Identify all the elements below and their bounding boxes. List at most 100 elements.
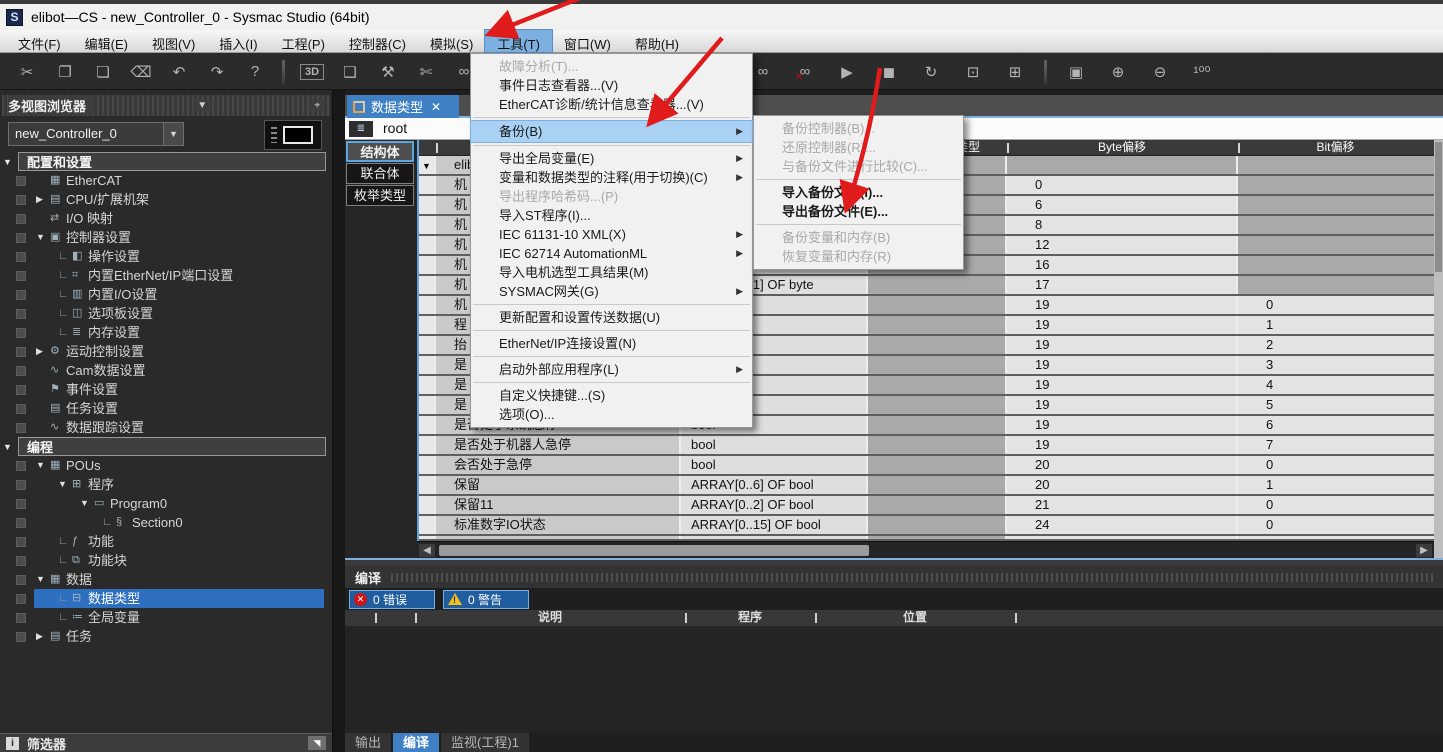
bit-offset-cell[interactable]: 4 xyxy=(1238,376,1434,394)
member-name-cell[interactable]: 保留 xyxy=(436,476,681,494)
expand-icon[interactable]: ▼ xyxy=(58,475,67,494)
menubar-item-8[interactable]: 工具(T) xyxy=(485,30,552,52)
offset-type-cell[interactable] xyxy=(868,496,1007,514)
tools-menu-item-12[interactable]: SYSMAC网关(G)▶ xyxy=(471,282,752,301)
undo-icon[interactable]: ↶ xyxy=(167,63,191,81)
tools-menu-item-16[interactable]: 自定义快捷键...(S) xyxy=(471,386,752,405)
menubar-item-7[interactable]: 模拟(S) xyxy=(418,30,485,52)
zoom-100-icon[interactable]: ¹⁰⁰ xyxy=(1190,63,1214,81)
menubar-item-4[interactable]: 插入(I) xyxy=(207,30,269,52)
tree-item-数据-22[interactable]: ▼▦数据 xyxy=(0,570,330,589)
tree-item-配置和设置-0[interactable]: ▼配置和设置 xyxy=(18,152,326,171)
tree-item-操作设置-5[interactable]: ∟◧操作设置 xyxy=(0,247,330,266)
window-layout-icon[interactable]: ❑ xyxy=(338,63,362,81)
expand-icon[interactable]: ▼ xyxy=(36,228,45,247)
tab-close-icon[interactable]: ✕ xyxy=(431,100,441,114)
bit-offset-cell[interactable]: 1 xyxy=(1238,476,1434,494)
menubar-item-6[interactable]: 控制器(C) xyxy=(337,30,418,52)
bit-offset-cell[interactable]: 0 xyxy=(1238,516,1434,534)
offset-type-cell[interactable] xyxy=(868,436,1007,454)
tree-item-全局变量-24[interactable]: ∟≔全局变量 xyxy=(0,608,330,627)
member-name-cell[interactable]: 是否处于机器人急停 xyxy=(436,436,681,454)
watch-glasses-icon[interactable]: ∞ xyxy=(751,63,775,80)
filter-bar[interactable]: i 筛选器 ◥ xyxy=(0,733,332,752)
bit-offset-cell[interactable]: 5 xyxy=(1238,396,1434,414)
byte-offset-cell[interactable]: 21 xyxy=(1007,496,1238,514)
chevron-down-icon[interactable]: ▼ xyxy=(163,123,183,145)
vscrollbar-thumb[interactable] xyxy=(1435,142,1442,272)
bottom-tab-2[interactable]: 编译 xyxy=(393,733,439,752)
byte-offset-cell[interactable]: 19 xyxy=(1007,296,1238,314)
byte-offset-cell[interactable]: 20 xyxy=(1007,476,1238,494)
byte-offset-cell[interactable]: 19 xyxy=(1007,436,1238,454)
help-icon[interactable]: ? xyxy=(243,63,267,80)
tree-item-数据类型-23[interactable]: ∟⊟数据类型 xyxy=(0,589,330,608)
copy-icon[interactable]: ❐ xyxy=(53,63,77,81)
backup-submenu-item-5[interactable]: 导出备份文件(E)... xyxy=(754,202,963,221)
delete-icon[interactable]: ⌫ xyxy=(129,63,153,81)
byte-offset-cell[interactable]: 19 xyxy=(1007,376,1238,394)
menubar-item-1[interactable]: 文件(F) xyxy=(6,30,73,52)
byte-offset-cell[interactable]: 0 xyxy=(1007,176,1238,194)
offset-type-cell[interactable] xyxy=(868,476,1007,494)
tab-data-types[interactable]: 数据类型 ✕ xyxy=(347,95,459,118)
cut-icon[interactable]: ✂ xyxy=(15,63,39,81)
member-type-cell[interactable]: bool xyxy=(681,436,868,454)
table-row[interactable]: 保留ARRAY[0..6] OF bool201 xyxy=(419,476,1434,496)
member-type-cell[interactable]: ARRAY[0..2] OF bool xyxy=(681,496,868,514)
tree-item-Cam数据设置-11[interactable]: ∿Cam数据设置 xyxy=(0,361,330,380)
tools-menu-item-13[interactable]: 更新配置和设置传送数据(U) xyxy=(471,308,752,327)
byte-offset-cell[interactable]: 16 xyxy=(1007,256,1238,274)
paste-icon[interactable]: ❏ xyxy=(91,63,115,81)
bit-offset-cell[interactable]: 7 xyxy=(1238,436,1434,454)
byte-offset-cell[interactable]: 19 xyxy=(1007,416,1238,434)
vertical-scrollbar[interactable] xyxy=(1434,140,1443,558)
expand-icon[interactable]: ▼ xyxy=(36,570,45,589)
tools-menu-item-4[interactable]: 备份(B)▶ xyxy=(471,121,752,142)
tree-item-Program0-18[interactable]: ▼▭Program0 xyxy=(0,494,330,513)
warnings-badge[interactable]: ! 0 警告 xyxy=(443,590,529,609)
tree-item-事件设置-12[interactable]: ⚑事件设置 xyxy=(0,380,330,399)
menubar-item-3[interactable]: 视图(V) xyxy=(140,30,207,52)
byte-offset-cell[interactable]: 17 xyxy=(1007,276,1238,294)
scroll-left-icon[interactable]: ◀ xyxy=(419,544,435,557)
monitor-online-icon[interactable]: ⊡ xyxy=(961,63,985,81)
tree-item-功能块-21[interactable]: ∟⧉功能块 xyxy=(0,551,330,570)
menubar-item-5[interactable]: 工程(P) xyxy=(270,30,337,52)
bit-offset-cell[interactable] xyxy=(1238,216,1434,234)
offset-type-cell[interactable] xyxy=(868,276,1007,294)
tree-item-任务-25[interactable]: ▶▤任务 xyxy=(0,627,330,646)
bit-offset-cell[interactable]: 2 xyxy=(1238,336,1434,354)
byte-offset-cell[interactable]: 8 xyxy=(1007,216,1238,234)
expand-icon[interactable]: ▶ xyxy=(36,627,43,646)
table-row[interactable]: 保留11ARRAY[0..2] OF bool210 xyxy=(419,496,1434,516)
tree-item-内存设置-9[interactable]: ∟≣内存设置 xyxy=(0,323,330,342)
table-row[interactable]: 会否处于急停bool200 xyxy=(419,456,1434,476)
errors-badge[interactable]: ✕ 0 错误 xyxy=(349,590,435,609)
byte-offset-cell[interactable]: 20 xyxy=(1007,456,1238,474)
3d-view-icon[interactable]: 3D xyxy=(300,64,324,80)
table-row[interactable]: 标准数字IO状态ARRAY[0..15] OF bool240 xyxy=(419,516,1434,536)
tree-item-EtherCAT-1[interactable]: ▦EtherCAT xyxy=(0,171,330,190)
tools-menu-item-10[interactable]: IEC 62714 AutomationML▶ xyxy=(471,244,752,263)
byte-offset-cell[interactable]: 19 xyxy=(1007,316,1238,334)
bit-offset-cell[interactable]: 0 xyxy=(1238,456,1434,474)
offset-type-cell[interactable] xyxy=(868,396,1007,414)
category-tab-2[interactable]: 联合体 xyxy=(346,163,414,184)
offset-type-cell[interactable] xyxy=(868,516,1007,534)
backup-submenu-item-4[interactable]: 导入备份文件(I)... xyxy=(754,183,963,202)
byte-offset-cell[interactable]: 19 xyxy=(1007,336,1238,354)
bottom-tab-3[interactable]: 监视(工程)1 xyxy=(441,733,529,752)
offset-type-cell[interactable] xyxy=(868,336,1007,354)
tree-item-程序-17[interactable]: ▼⊞程序 xyxy=(0,475,330,494)
filter-pin-icon[interactable]: ◥ xyxy=(308,736,326,750)
tools-menu-item-9[interactable]: IEC 61131-10 XML(X)▶ xyxy=(471,225,752,244)
pin-icon[interactable]: ⌖ xyxy=(310,100,324,111)
tools-menu-item-6[interactable]: 变量和数据类型的注释(用于切换)(C)▶ xyxy=(471,168,752,187)
menubar-item-2[interactable]: 编辑(E) xyxy=(73,30,140,52)
bit-offset-cell[interactable] xyxy=(1238,156,1434,174)
zoom-out-icon[interactable]: ⊖ xyxy=(1148,63,1172,81)
menubar-item-9[interactable]: 窗口(W) xyxy=(552,30,623,52)
horizontal-scrollbar[interactable]: ◀ ▶ xyxy=(417,541,1434,558)
member-name-cell[interactable]: 会否处于急停 xyxy=(436,456,681,474)
